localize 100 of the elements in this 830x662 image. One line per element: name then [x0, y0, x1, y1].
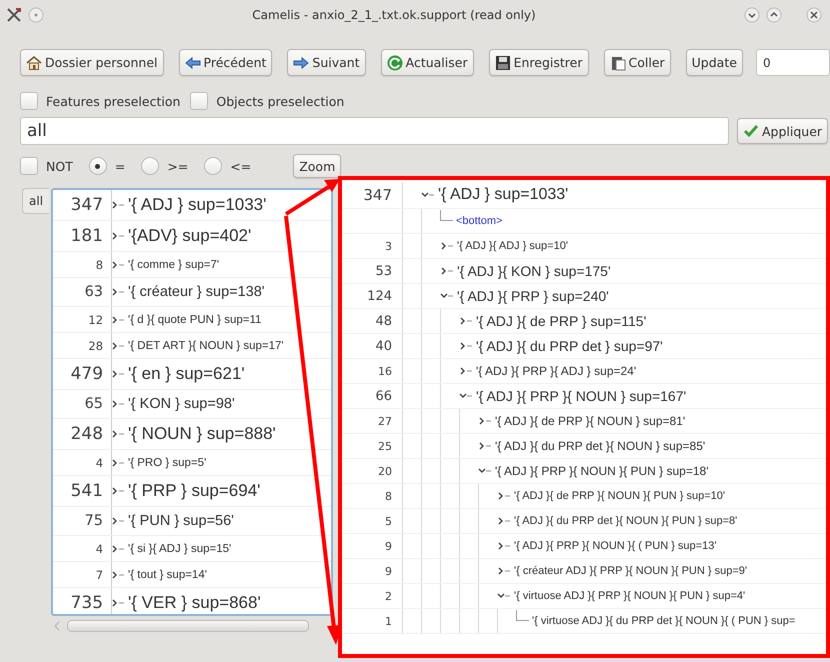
chevron-right-icon[interactable]: [459, 366, 473, 376]
chevron-right-icon[interactable]: [111, 340, 126, 350]
chevron-right-icon[interactable]: [111, 598, 126, 608]
radio-label: <=: [230, 158, 252, 174]
tree-item[interactable]: '{ tout } sup=14': [128, 568, 207, 580]
checkbox-label: NOT: [46, 158, 73, 174]
toolbar-button[interactable]: Dossier personnel: [20, 49, 164, 76]
chevron-right-icon[interactable]: [497, 516, 511, 526]
count-cell-text: 12: [87, 312, 104, 326]
tree-item[interactable]: '{ virtuose ADJ }{ du PRP det }{ NOUN }{ ( PUN } sup=: [532, 615, 796, 627]
apply-button[interactable]: Appliquer: [737, 118, 828, 144]
tree-item[interactable]: '{ ADJ }{ KON } sup=175': [457, 263, 611, 279]
chevron-right-icon[interactable]: [111, 544, 126, 554]
tree-item[interactable]: '{ KON } sup=98': [128, 396, 235, 412]
chevron-right-icon[interactable]: [111, 516, 126, 526]
tree-item[interactable]: '{ VER } sup=868': [128, 593, 261, 613]
checkbox[interactable]: [20, 92, 38, 110]
toolbar-button[interactable]: Coller: [604, 49, 671, 76]
checkmark-icon: [743, 123, 759, 139]
tree-item[interactable]: '{ ADJ }{ PRP }{ NOUN }{ ( PUN } sup=13': [514, 540, 716, 552]
chevron-right-icon[interactable]: [111, 200, 126, 210]
count-cell-text: 248: [70, 424, 104, 444]
chevron-right-icon[interactable]: [111, 570, 126, 580]
chevron-right-icon[interactable]: [111, 260, 126, 270]
chevron-right-icon[interactable]: [459, 316, 473, 326]
count-cell-text: 25: [377, 440, 393, 452]
tree-item[interactable]: '{ en } sup=621': [128, 364, 245, 384]
tree-item[interactable]: '{ PRP } sup=694': [128, 481, 260, 501]
radio-button[interactable]: [141, 157, 160, 175]
count-cell-text: 5: [384, 514, 393, 528]
chevron-right-icon[interactable]: [111, 486, 126, 496]
zoom-button[interactable]: Zoom: [293, 154, 342, 178]
tree-item[interactable]: '{ comme } sup=7': [128, 258, 220, 270]
chevron-right-icon[interactable]: [478, 441, 492, 451]
chevron-right-icon[interactable]: [111, 231, 126, 241]
count-cell-text: 735: [70, 593, 104, 613]
radio-button[interactable]: [204, 157, 222, 175]
tree-item[interactable]: '{ DET ART }{ NOUN } sup=17': [128, 340, 284, 352]
count-cell-text: 3: [384, 240, 393, 252]
maximize-icon[interactable]: [766, 7, 782, 23]
tree-item[interactable]: '{ créateur ADJ }{ PRP }{ NOUN }{ PUN } sup=9': [514, 565, 747, 577]
count-cell-text: 181: [70, 226, 104, 246]
count-cell-text: 16: [377, 364, 393, 378]
tree-item[interactable]: '{ NOUN } sup=888': [128, 424, 276, 444]
tree-item[interactable]: '{ ADJ }{ PRP } sup=240': [457, 288, 609, 304]
count-cell-text: 124: [366, 288, 393, 304]
chevron-right-icon[interactable]: [478, 416, 492, 426]
toolbar-button[interactable]: Enregistrer: [488, 49, 588, 76]
number-field[interactable]: 0: [756, 49, 830, 76]
tree-item[interactable]: '{ si }{ ADJ } sup=15': [128, 542, 232, 554]
tree-item[interactable]: '{ PRO } sup=5': [128, 456, 206, 468]
chevron-right-icon[interactable]: [497, 566, 511, 576]
chevron-right-icon[interactable]: [440, 241, 454, 251]
chevron-right-icon[interactable]: [111, 314, 126, 324]
refresh-icon: [386, 54, 403, 70]
tree-item[interactable]: '{ d }{ quote PUN } sup=11: [128, 314, 262, 326]
tree-item[interactable]: '{ ADJ }{ de PRP }{ NOUN }{ PUN } sup=10': [514, 490, 725, 502]
toolbar-button[interactable]: Précédent: [178, 49, 272, 76]
tree-item[interactable]: '{ ADJ }{ PRP }{ NOUN }{ PUN } sup=18': [495, 464, 708, 478]
checkbox[interactable]: [190, 92, 208, 110]
tree-item[interactable]: '{ ADJ }{ de PRP }{ NOUN } sup=81': [495, 414, 686, 428]
tree-item[interactable]: '{ ADJ }{ de PRP } sup=115': [476, 313, 646, 329]
tree-item[interactable]: '{ créateur } sup=138': [128, 284, 265, 300]
tree-item[interactable]: '{ ADJ }{ du PRP det }{ NOUN } sup=85': [495, 439, 706, 453]
chevron-right-icon[interactable]: [497, 491, 511, 501]
toolbar-button[interactable]: Actualiser: [380, 49, 474, 76]
minimize-icon[interactable]: [744, 7, 760, 23]
close-icon[interactable]: [806, 7, 822, 23]
chevron-right-icon[interactable]: [111, 287, 126, 297]
tree-item[interactable]: '{ virtuose ADJ }{ PRP }{ NOUN }{ PUN } sup=4': [514, 590, 746, 602]
tree-item[interactable]: '{ ADJ } sup=1033': [128, 195, 266, 215]
toolbar-button[interactable]: Suivant: [287, 49, 366, 76]
radio-button[interactable]: [88, 157, 107, 175]
count-cell-text: 7: [94, 568, 104, 582]
tree-item[interactable]: '{ ADJ }{ du PRP det } sup=97': [476, 338, 663, 354]
tree-item[interactable]: '{ ADJ }{ du PRP det }{ NOUN }{ PUN } sup=8': [514, 515, 738, 527]
right-arrow-icon: [293, 54, 310, 70]
query-field[interactable]: all: [20, 117, 729, 145]
chevron-right-icon[interactable]: [497, 541, 511, 551]
count-cell-text: 66: [374, 388, 393, 404]
tree-item[interactable]: '{ ADJ } sup=1033': [438, 186, 568, 204]
tools-icon[interactable]: [6, 7, 22, 23]
tree-item[interactable]: <bottom>: [456, 215, 502, 227]
chevron-right-icon[interactable]: [440, 266, 454, 276]
chevron-right-icon[interactable]: [111, 458, 126, 468]
count-cell-text: 4: [94, 456, 104, 470]
chevron-right-icon[interactable]: [459, 341, 473, 351]
checkbox[interactable]: [20, 157, 38, 175]
chevron-right-icon[interactable]: [111, 369, 126, 379]
tree-item[interactable]: '{ADV} sup=402': [128, 226, 252, 246]
tree-item[interactable]: '{ ADJ }{ ADJ } sup=10': [457, 240, 568, 252]
chevron-right-icon[interactable]: [111, 429, 126, 439]
count-cell-text: 8: [94, 258, 104, 272]
chevron-right-icon[interactable]: [111, 399, 126, 409]
tree-item[interactable]: '{ ADJ }{ PRP }{ ADJ } sup=24': [476, 364, 636, 378]
tree-item[interactable]: '{ ADJ }{ PRP }{ NOUN } sup=167': [476, 388, 686, 404]
tab[interactable]: all: [22, 188, 50, 214]
toolbar-button[interactable]: Update: [686, 49, 743, 76]
tree-item[interactable]: '{ PUN } sup=56': [128, 513, 234, 529]
scrollbar-thumb[interactable]: [67, 620, 310, 632]
